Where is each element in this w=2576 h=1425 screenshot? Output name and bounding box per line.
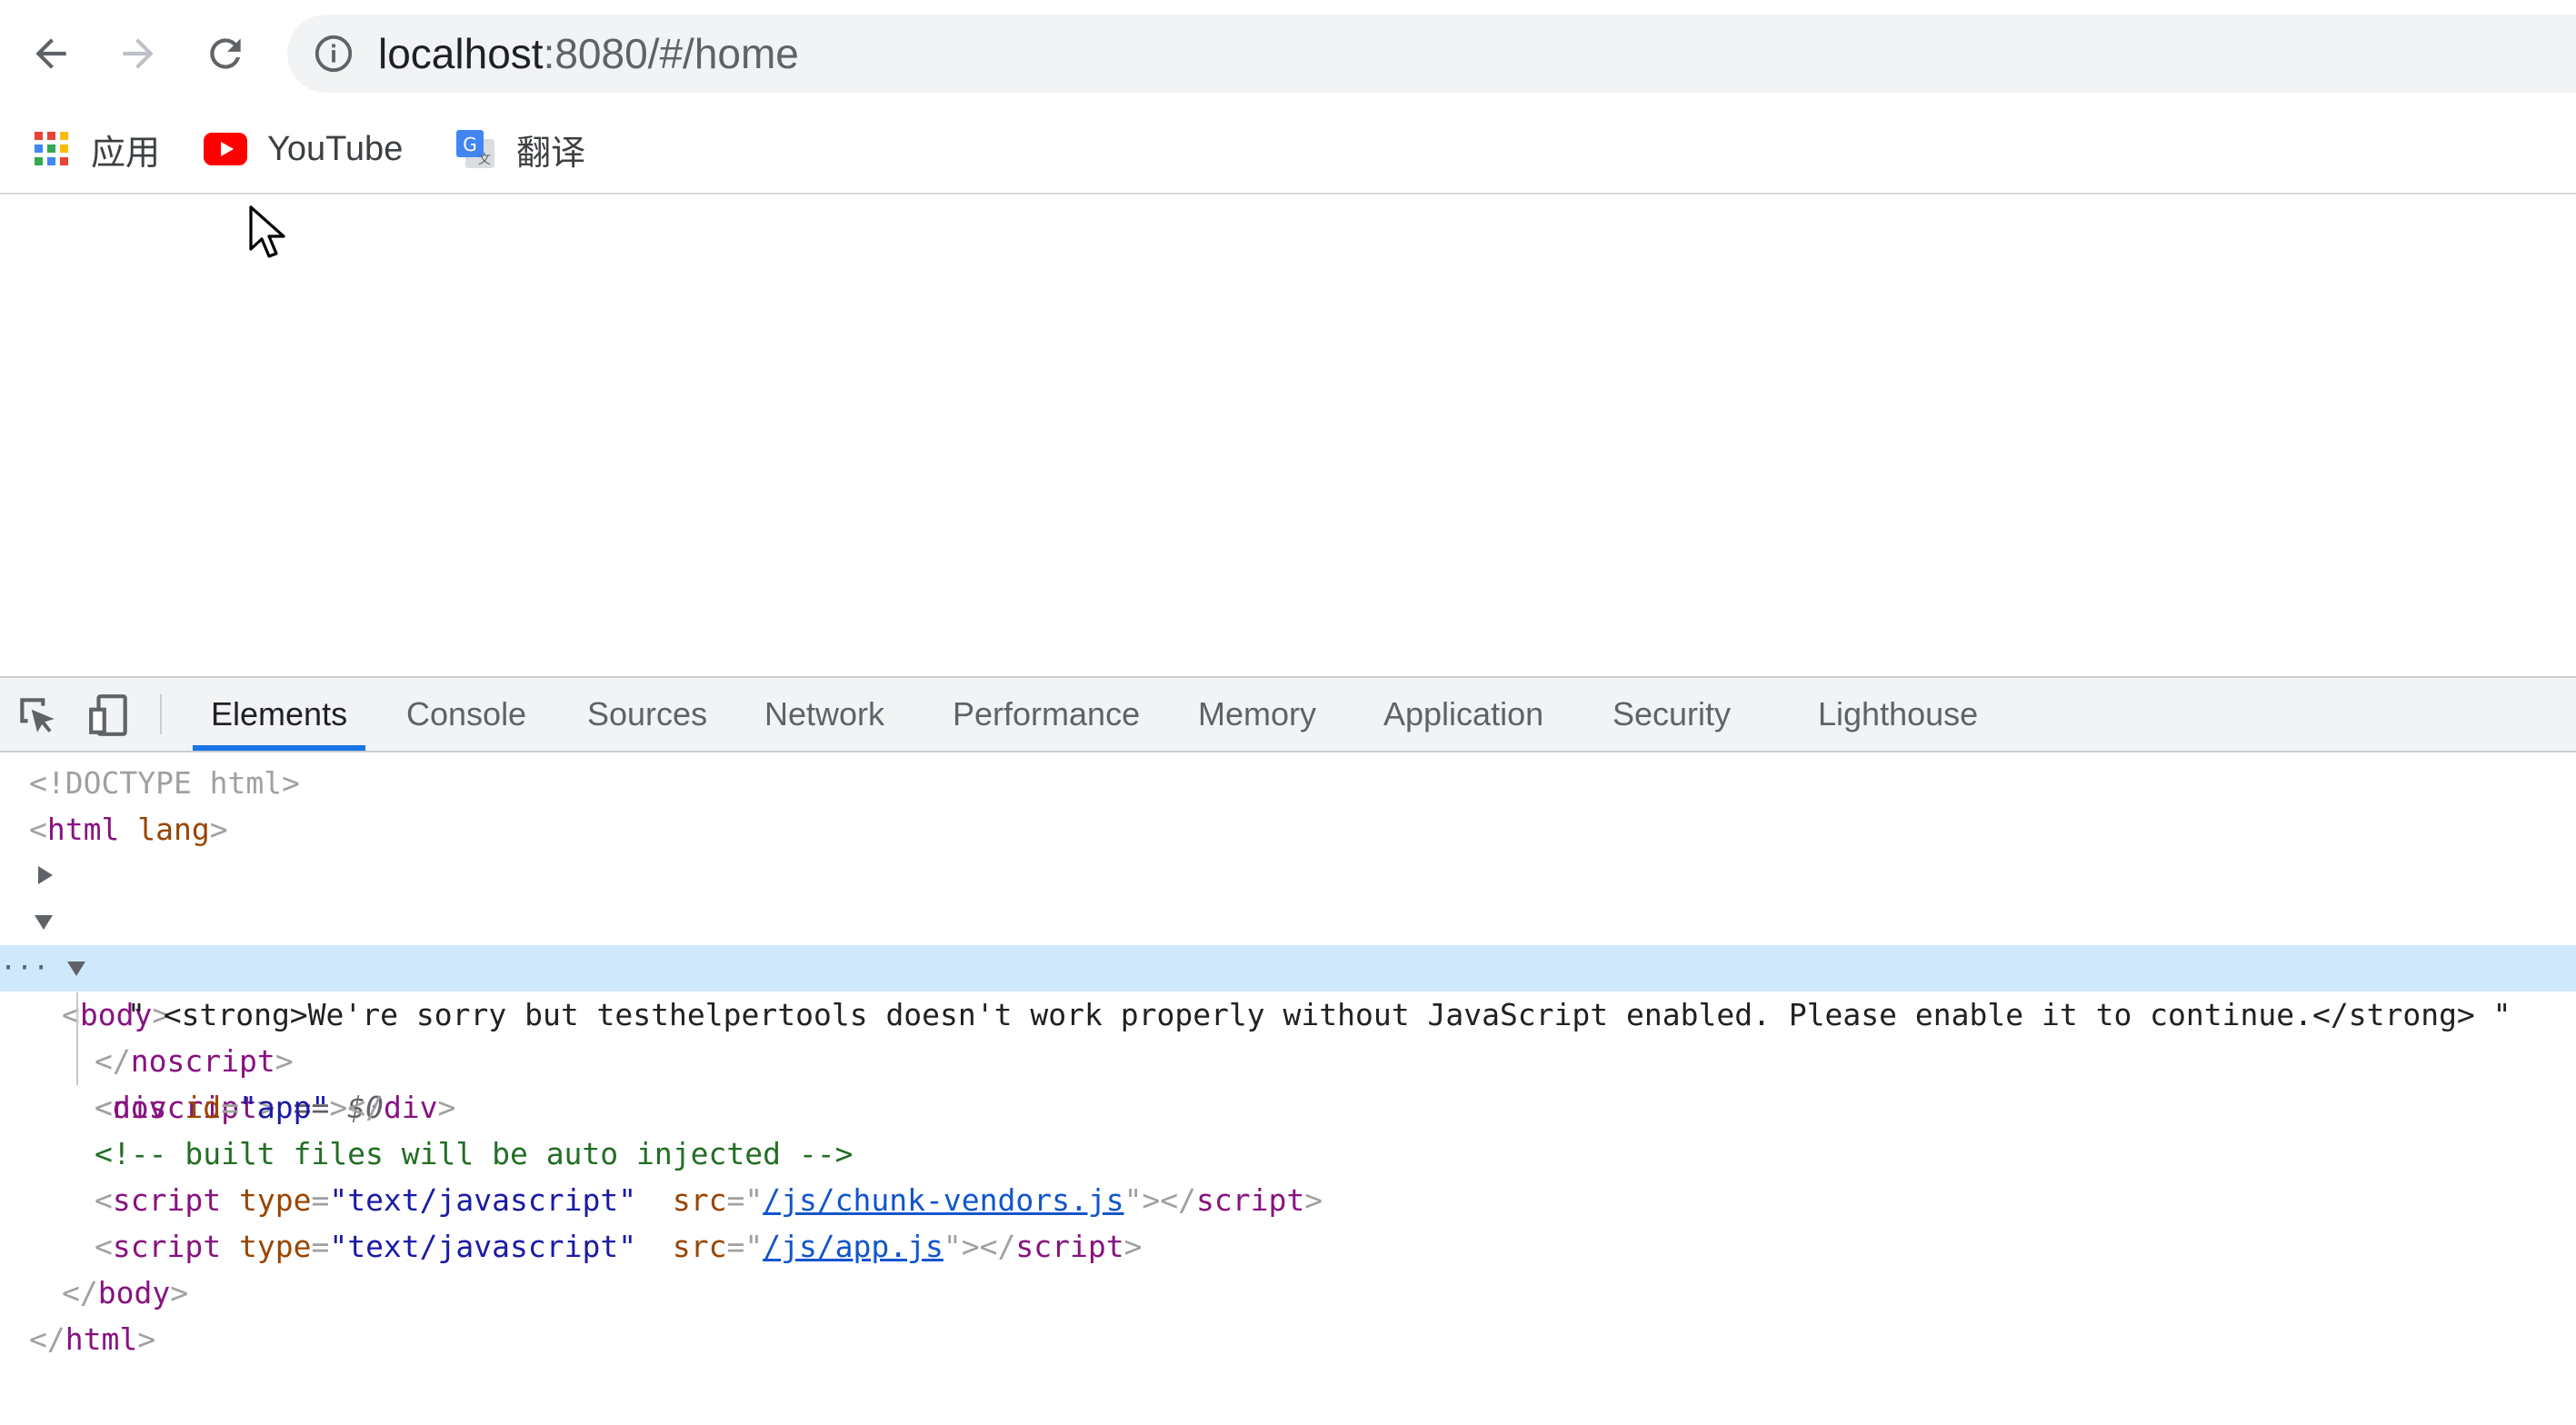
script-src-attr: src [672, 1182, 727, 1218]
bookmarks-bar: 应用 YouTube G 文 翻译 [0, 109, 2576, 194]
script-src-link-app[interactable]: /js/app.js [763, 1229, 944, 1264]
html-lang-attr: lang [137, 812, 210, 847]
tab-security[interactable]: Security [1612, 678, 1731, 751]
collapse-triangle-icon[interactable] [35, 915, 53, 930]
forward-arrow-icon [123, 38, 154, 69]
devtools-tabbar: Elements Console Sources Network Perform… [0, 676, 2576, 752]
collapse-triangle-icon[interactable] [67, 962, 85, 976]
google-translate-icon: G 文 [456, 130, 494, 168]
browser-toolbar: localhost:8080/#/home [0, 0, 2576, 109]
noscript-text-node: " <strong>We're sorry but testhelpertool… [127, 997, 2511, 1032]
script-tag: script [112, 1182, 222, 1218]
indent-guide [76, 992, 78, 1085]
div-id-value: "app" [238, 1090, 330, 1125]
tab-lighthouse[interactable]: Lighthouse [1818, 678, 1978, 751]
div-id-attr: id [185, 1090, 222, 1125]
comment-text: <!-- built files will be auto injected -… [95, 1136, 854, 1171]
dom-line-script-vendors[interactable]: <script type="text/javascript" src="/js/… [0, 1177, 2576, 1223]
expand-triangle-icon[interactable] [38, 866, 53, 884]
tab-console[interactable]: Console [406, 678, 526, 751]
dom-line-body[interactable]: <body> [0, 899, 2576, 1032]
tab-performance[interactable]: Performance [953, 678, 1140, 751]
dom-line-body-close[interactable]: </body> [0, 1270, 2576, 1316]
script-type-value: "text/javascript" [329, 1229, 637, 1264]
div-tag: div [112, 1090, 167, 1125]
tab-application[interactable]: Application [1383, 678, 1543, 751]
body-close-tag: body [97, 1275, 171, 1310]
script-type-attr: type [238, 1182, 312, 1218]
bookmark-youtube[interactable]: YouTube [204, 122, 403, 176]
address-bar[interactable]: localhost:8080/#/home [287, 15, 2576, 93]
div-close-tag: div [383, 1090, 438, 1125]
device-toggle-icon[interactable] [87, 693, 133, 738]
dom-line-doctype[interactable]: <!DOCTYPE html> [0, 760, 2576, 806]
dom-line-comment[interactable]: <!-- built files will be auto injected -… [0, 1131, 2576, 1177]
svg-text:G: G [463, 134, 477, 155]
reload-button[interactable] [198, 24, 253, 84]
reload-icon [210, 38, 241, 69]
script-type-attr: type [238, 1229, 312, 1264]
svg-text:文: 文 [478, 153, 491, 167]
script-type-value: "text/javascript" [329, 1182, 637, 1218]
back-arrow-icon [35, 38, 66, 69]
tab-elements[interactable]: Elements [192, 678, 366, 751]
tab-network[interactable]: Network [764, 678, 884, 751]
tab-sources[interactable]: Sources [587, 678, 707, 751]
bookmark-translate-label: 翻译 [516, 134, 586, 173]
doctype-text: <!DOCTYPE html> [29, 765, 301, 801]
back-button[interactable] [24, 24, 78, 84]
dom-line-html-close[interactable]: </html> [0, 1316, 2576, 1362]
tab-memory[interactable]: Memory [1198, 678, 1316, 751]
dom-line-noscript-selected[interactable]: ··· <noscript> == $0 [0, 945, 2576, 1125]
script-tag: script [112, 1229, 222, 1264]
dom-line-head[interactable]: <head>…</head> [0, 852, 2576, 986]
url-text[interactable]: localhost:8080/#/home [378, 31, 799, 76]
mouse-cursor-icon [249, 205, 285, 258]
dom-line-noscript-text[interactable]: " <strong>We're sorry but testhelpertool… [0, 992, 2576, 1038]
bookmark-apps-label: 应用 [91, 134, 161, 173]
info-icon[interactable] [313, 33, 354, 75]
dom-line-noscript-close[interactable]: </noscript> [0, 1038, 2576, 1084]
bookmark-youtube-label: YouTube [267, 129, 404, 168]
inspect-element-icon[interactable] [15, 693, 60, 738]
url-path: :8080/#/home [543, 30, 799, 77]
script-close-tag: script [1015, 1229, 1124, 1264]
script-close-tag: script [1196, 1182, 1305, 1218]
html-close-tag: html [65, 1321, 138, 1357]
youtube-icon [204, 133, 247, 165]
dom-line-html[interactable]: <html lang> [0, 806, 2576, 852]
url-host: localhost [378, 30, 544, 77]
html-tag: html [46, 812, 120, 847]
noscript-close-tag: noscript [130, 1043, 275, 1079]
script-src-link-vendors[interactable]: /js/chunk-vendors.js [763, 1182, 1123, 1218]
dom-tree: <!DOCTYPE html> <html lang> <head>…</hea… [0, 752, 2576, 1425]
toolbar-separator [160, 694, 162, 734]
forward-button[interactable] [111, 24, 165, 84]
bookmark-translate[interactable]: G 文 翻译 [454, 122, 585, 176]
more-actions-dots[interactable]: ··· [0, 945, 49, 992]
page-viewport [0, 194, 2576, 676]
apps-grid-icon [35, 132, 68, 165]
dom-line-script-app[interactable]: <script type="text/javascript" src="/js/… [0, 1223, 2576, 1270]
script-src-attr: src [672, 1229, 727, 1264]
dom-line-div-app[interactable]: <div id="app"></div> [0, 1084, 2576, 1131]
bookmark-apps[interactable]: 应用 [33, 122, 160, 176]
